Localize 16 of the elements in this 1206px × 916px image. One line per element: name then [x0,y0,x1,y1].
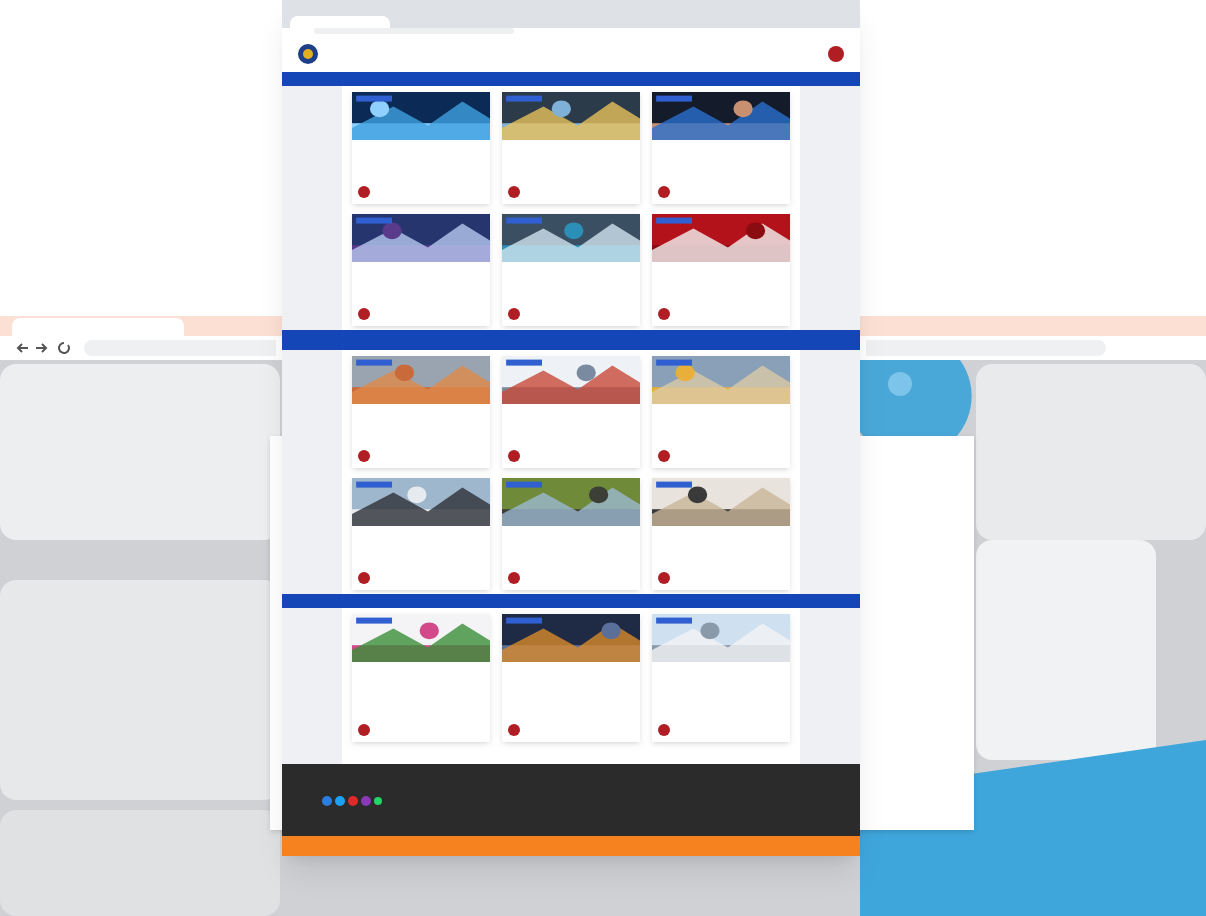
avatar-icon [358,186,370,198]
avatar-icon [508,186,520,198]
course-card[interactable] [352,92,490,204]
course-card[interactable] [652,214,790,326]
course-card[interactable] [502,92,640,204]
avatar-icon [358,308,370,320]
logo-icon[interactable] [298,43,318,63]
course-card[interactable] [652,92,790,204]
avatar-icon [658,186,670,198]
course-card[interactable] [502,214,640,326]
navigation-icon[interactable] [16,340,76,356]
avatar-icon[interactable] [828,45,844,61]
avatar-icon [508,308,520,320]
avatar-icon [658,308,670,320]
address-field[interactable] [314,28,514,34]
course-card[interactable] [352,214,490,326]
